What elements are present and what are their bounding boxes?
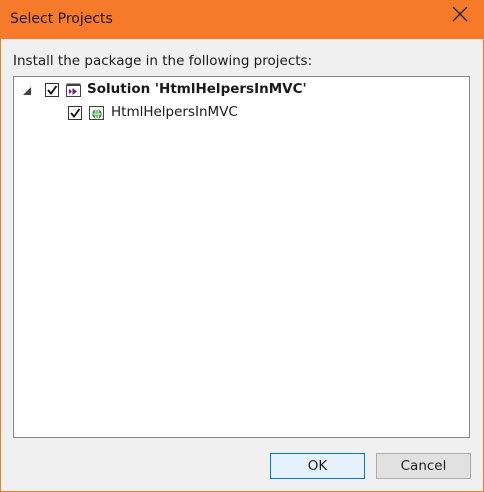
solution-checkbox[interactable] bbox=[45, 83, 59, 97]
cancel-button[interactable]: Cancel bbox=[376, 453, 471, 479]
project-label[interactable]: HtmlHelpersInMVC bbox=[111, 104, 238, 120]
expand-triangle-icon[interactable] bbox=[23, 87, 31, 95]
ok-button[interactable]: OK bbox=[270, 453, 365, 479]
tree-row-project[interactable]: HtmlHelpersInMVC bbox=[14, 103, 469, 123]
title-bar[interactable]: Select Projects bbox=[1, 1, 483, 39]
project-checkbox[interactable] bbox=[68, 106, 82, 120]
solution-label[interactable]: Solution 'HtmlHelpersInMVC' bbox=[87, 81, 307, 97]
dialog-title: Select Projects bbox=[10, 11, 113, 27]
select-projects-dialog: Select Projects Install the package in t… bbox=[0, 0, 484, 492]
solution-icon bbox=[66, 83, 81, 97]
checkmark-icon bbox=[70, 108, 81, 118]
web-project-icon bbox=[89, 106, 104, 120]
checkmark-icon bbox=[47, 85, 58, 95]
close-icon bbox=[452, 6, 468, 22]
tree-row-solution[interactable]: Solution 'HtmlHelpersInMVC' bbox=[14, 80, 469, 100]
instruction-text: Install the package in the following pro… bbox=[13, 53, 313, 69]
project-tree[interactable]: Solution 'HtmlHelpersInMVC' HtmlHelpersI… bbox=[13, 76, 470, 438]
close-button[interactable] bbox=[437, 1, 483, 31]
